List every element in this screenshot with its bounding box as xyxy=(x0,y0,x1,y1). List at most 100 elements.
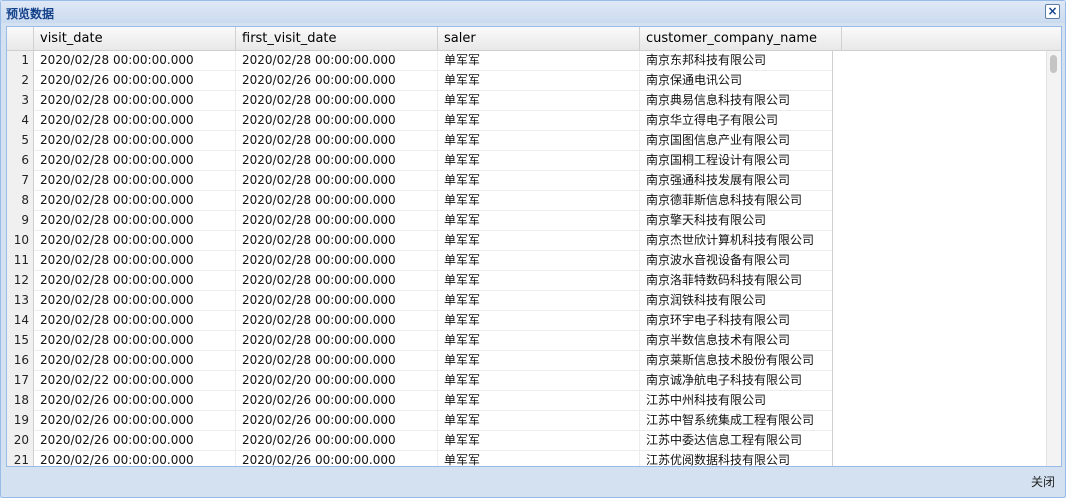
table-row[interactable]: 15 2020/02/28 00:00:00.000 2020/02/28 00:0… xyxy=(7,331,833,351)
saler-cell[interactable]: 单军军 xyxy=(438,291,640,311)
row-number[interactable]: 5 xyxy=(7,131,34,151)
customer-company-name-cell[interactable]: 南京东邦科技有限公司 xyxy=(640,51,833,71)
saler-cell[interactable]: 单军军 xyxy=(438,371,640,391)
customer-company-name-cell[interactable]: 南京保通电讯公司 xyxy=(640,71,833,91)
saler-cell[interactable]: 单军军 xyxy=(438,391,640,411)
first-visit-date-cell[interactable]: 2020/02/28 00:00:00.000 xyxy=(236,91,438,111)
column-header-first-visit-date[interactable]: first_visit_date xyxy=(236,27,438,50)
saler-cell[interactable]: 单军军 xyxy=(438,211,640,231)
row-number[interactable]: 3 xyxy=(7,91,34,111)
vertical-scrollbar[interactable] xyxy=(1046,51,1061,466)
first-visit-date-cell[interactable]: 2020/02/26 00:00:00.000 xyxy=(236,431,438,451)
table-row[interactable]: 1 2020/02/28 00:00:00.000 2020/02/28 00:00… xyxy=(7,51,833,71)
first-visit-date-cell[interactable]: 2020/02/26 00:00:00.000 xyxy=(236,391,438,411)
first-visit-date-cell[interactable]: 2020/02/28 00:00:00.000 xyxy=(236,291,438,311)
row-number[interactable]: 18 xyxy=(7,391,34,411)
customer-company-name-cell[interactable]: 南京半数信息技术有限公司 xyxy=(640,331,833,351)
visit-date-cell[interactable]: 2020/02/26 00:00:00.000 xyxy=(34,451,236,466)
visit-date-cell[interactable]: 2020/02/28 00:00:00.000 xyxy=(34,351,236,371)
row-number[interactable]: 15 xyxy=(7,331,34,351)
row-number[interactable]: 19 xyxy=(7,411,34,431)
customer-company-name-cell[interactable]: 南京环宇电子科技有限公司 xyxy=(640,311,833,331)
row-number[interactable]: 14 xyxy=(7,311,34,331)
saler-cell[interactable]: 单军军 xyxy=(438,271,640,291)
table-row[interactable]: 20 2020/02/26 00:00:00.000 2020/02/26 00:0… xyxy=(7,431,833,451)
row-number[interactable]: 12 xyxy=(7,271,34,291)
first-visit-date-cell[interactable]: 2020/02/28 00:00:00.000 xyxy=(236,251,438,271)
visit-date-cell[interactable]: 2020/02/28 00:00:00.000 xyxy=(34,91,236,111)
row-number[interactable]: 2 xyxy=(7,71,34,91)
visit-date-cell[interactable]: 2020/02/22 00:00:00.000 xyxy=(34,371,236,391)
row-number[interactable]: 10 xyxy=(7,231,34,251)
close-icon[interactable]: × xyxy=(1045,4,1060,19)
row-number[interactable]: 6 xyxy=(7,151,34,171)
first-visit-date-cell[interactable]: 2020/02/28 00:00:00.000 xyxy=(236,331,438,351)
customer-company-name-cell[interactable]: 南京波水音视设备有限公司 xyxy=(640,251,833,271)
customer-company-name-cell[interactable]: 南京国桐工程设计有限公司 xyxy=(640,151,833,171)
visit-date-cell[interactable]: 2020/02/28 00:00:00.000 xyxy=(34,231,236,251)
column-header-visit-date[interactable]: visit_date xyxy=(34,27,236,50)
table-row[interactable]: 2 2020/02/26 00:00:00.000 2020/02/26 00:00… xyxy=(7,71,833,91)
table-row[interactable]: 7 2020/02/28 00:00:00.000 2020/02/28 00:00… xyxy=(7,171,833,191)
row-number[interactable]: 4 xyxy=(7,111,34,131)
row-number[interactable]: 20 xyxy=(7,431,34,451)
first-visit-date-cell[interactable]: 2020/02/28 00:00:00.000 xyxy=(236,351,438,371)
saler-cell[interactable]: 单军军 xyxy=(438,311,640,331)
visit-date-cell[interactable]: 2020/02/28 00:00:00.000 xyxy=(34,271,236,291)
saler-cell[interactable]: 单军军 xyxy=(438,111,640,131)
saler-cell[interactable]: 单军军 xyxy=(438,251,640,271)
table-row[interactable]: 19 2020/02/26 00:00:00.000 2020/02/26 00:0… xyxy=(7,411,833,431)
customer-company-name-cell[interactable]: 南京润铁科技有限公司 xyxy=(640,291,833,311)
customer-company-name-cell[interactable]: 南京杰世欣计算机科技有限公司 xyxy=(640,231,833,251)
customer-company-name-cell[interactable]: 南京典易信息科技有限公司 xyxy=(640,91,833,111)
table-row[interactable]: 11 2020/02/28 00:00:00.000 2020/02/28 00:0… xyxy=(7,251,833,271)
column-header-customer-company-name[interactable]: customer_company_name xyxy=(640,27,842,50)
customer-company-name-cell[interactable]: 南京洛菲特数码科技有限公司 xyxy=(640,271,833,291)
row-number[interactable]: 1 xyxy=(7,51,34,71)
visit-date-cell[interactable]: 2020/02/28 00:00:00.000 xyxy=(34,211,236,231)
saler-cell[interactable]: 单军军 xyxy=(438,71,640,91)
saler-cell[interactable]: 单军军 xyxy=(438,151,640,171)
scrollbar-thumb[interactable] xyxy=(1050,55,1057,73)
customer-company-name-cell[interactable]: 南京诚净航电子科技有限公司 xyxy=(640,371,833,391)
table-row[interactable]: 3 2020/02/28 00:00:00.000 2020/02/28 00:00… xyxy=(7,91,833,111)
saler-cell[interactable]: 单军军 xyxy=(438,171,640,191)
first-visit-date-cell[interactable]: 2020/02/26 00:00:00.000 xyxy=(236,71,438,91)
visit-date-cell[interactable]: 2020/02/28 00:00:00.000 xyxy=(34,311,236,331)
row-number[interactable]: 8 xyxy=(7,191,34,211)
table-row[interactable]: 18 2020/02/26 00:00:00.000 2020/02/26 00:0… xyxy=(7,391,833,411)
close-button[interactable]: 关闭 xyxy=(1031,473,1055,490)
first-visit-date-cell[interactable]: 2020/02/28 00:00:00.000 xyxy=(236,171,438,191)
saler-cell[interactable]: 单军军 xyxy=(438,91,640,111)
row-number[interactable]: 11 xyxy=(7,251,34,271)
row-number[interactable]: 17 xyxy=(7,371,34,391)
visit-date-cell[interactable]: 2020/02/28 00:00:00.000 xyxy=(34,131,236,151)
table-row[interactable]: 12 2020/02/28 00:00:00.000 2020/02/28 00:0… xyxy=(7,271,833,291)
first-visit-date-cell[interactable]: 2020/02/28 00:00:00.000 xyxy=(236,131,438,151)
table-row[interactable]: 21 2020/02/26 00:00:00.000 2020/02/26 00:0… xyxy=(7,451,833,466)
visit-date-cell[interactable]: 2020/02/26 00:00:00.000 xyxy=(34,71,236,91)
customer-company-name-cell[interactable]: 南京擎天科技有限公司 xyxy=(640,211,833,231)
first-visit-date-cell[interactable]: 2020/02/28 00:00:00.000 xyxy=(236,231,438,251)
table-row[interactable]: 4 2020/02/28 00:00:00.000 2020/02/28 00:00… xyxy=(7,111,833,131)
row-number[interactable]: 7 xyxy=(7,171,34,191)
visit-date-cell[interactable]: 2020/02/26 00:00:00.000 xyxy=(34,411,236,431)
window-titlebar[interactable]: 预览数据 × xyxy=(1,1,1065,23)
visit-date-cell[interactable]: 2020/02/28 00:00:00.000 xyxy=(34,151,236,171)
saler-cell[interactable]: 单军军 xyxy=(438,431,640,451)
first-visit-date-cell[interactable]: 2020/02/28 00:00:00.000 xyxy=(236,191,438,211)
first-visit-date-cell[interactable]: 2020/02/20 00:00:00.000 xyxy=(236,371,438,391)
saler-cell[interactable]: 单军军 xyxy=(438,231,640,251)
saler-cell[interactable]: 单军军 xyxy=(438,411,640,431)
first-visit-date-cell[interactable]: 2020/02/28 00:00:00.000 xyxy=(236,271,438,291)
table-row[interactable]: 9 2020/02/28 00:00:00.000 2020/02/28 00:00… xyxy=(7,211,833,231)
table-row[interactable]: 13 2020/02/28 00:00:00.000 2020/02/28 00:0… xyxy=(7,291,833,311)
customer-company-name-cell[interactable]: 江苏中委达信息工程有限公司 xyxy=(640,431,833,451)
column-header-saler[interactable]: saler xyxy=(438,27,640,50)
customer-company-name-cell[interactable]: 南京华立得电子有限公司 xyxy=(640,111,833,131)
row-number[interactable]: 21 xyxy=(7,451,34,466)
table-row[interactable]: 8 2020/02/28 00:00:00.000 2020/02/28 00:00… xyxy=(7,191,833,211)
customer-company-name-cell[interactable]: 南京国图信息产业有限公司 xyxy=(640,131,833,151)
table-row[interactable]: 10 2020/02/28 00:00:00.000 2020/02/28 00:0… xyxy=(7,231,833,251)
saler-cell[interactable]: 单军军 xyxy=(438,51,640,71)
